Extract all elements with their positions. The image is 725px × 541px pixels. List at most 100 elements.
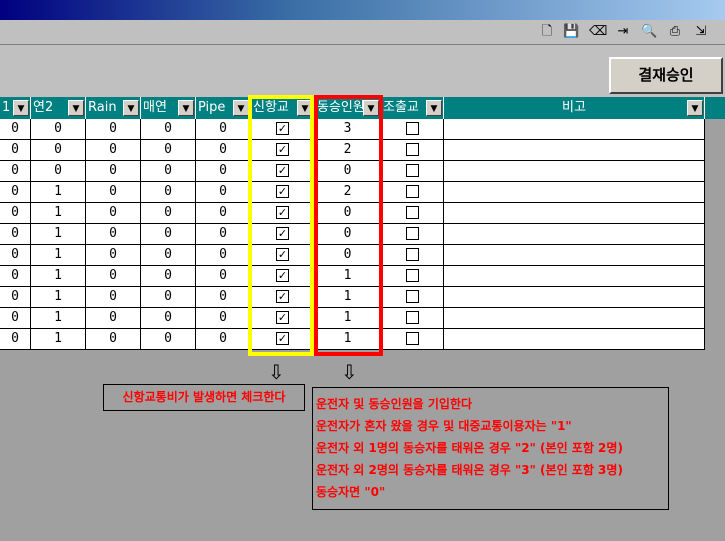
table-cell-remarks[interactable] xyxy=(444,308,705,329)
table-cell-c4[interactable]: 0 xyxy=(141,161,196,182)
table-cell-c3[interactable]: 0 xyxy=(86,308,141,329)
col-header-rain[interactable]: Rain ▼ xyxy=(86,97,141,119)
early-checkbox[interactable] xyxy=(405,122,419,135)
table-cell-c4[interactable]: 0 xyxy=(141,266,196,287)
table-cell-c4[interactable]: 0 xyxy=(141,182,196,203)
col-header-early[interactable]: 조출교 ▼ xyxy=(381,97,444,119)
table-cell-c1[interactable]: 0 xyxy=(0,287,31,308)
table-cell-c4[interactable]: 0 xyxy=(141,308,196,329)
table-cell-c5[interactable]: 0 xyxy=(196,182,251,203)
table-cell-remarks[interactable] xyxy=(444,266,705,287)
table-cell-c2[interactable]: 0 xyxy=(31,119,86,140)
table-cell-c5[interactable]: 0 xyxy=(196,329,251,350)
table-cell-c4[interactable]: 0 xyxy=(141,224,196,245)
table-cell-c1[interactable]: 0 xyxy=(0,329,31,350)
table-cell-early xyxy=(381,287,444,308)
approve-button[interactable]: 결재승인 xyxy=(609,57,723,94)
table-cell-c2[interactable]: 1 xyxy=(31,287,86,308)
preview-icon[interactable]: 🔍 xyxy=(641,24,657,40)
new-document-icon[interactable]: 🗋 xyxy=(539,24,555,40)
dropdown-arrow-icon[interactable]: ▼ xyxy=(123,100,139,116)
dropdown-arrow-icon[interactable]: ▼ xyxy=(426,100,442,116)
table-cell-c1[interactable]: 0 xyxy=(0,140,31,161)
table-cell-c5[interactable]: 0 xyxy=(196,308,251,329)
table-cell-c3[interactable]: 0 xyxy=(86,161,141,182)
col-header-2[interactable]: 연2 ▼ xyxy=(31,97,86,119)
eraser-icon[interactable]: ⌫ xyxy=(589,24,607,40)
early-checkbox[interactable] xyxy=(405,185,419,198)
table-cell-remarks[interactable] xyxy=(444,245,705,266)
exit-icon[interactable]: ⇲ xyxy=(693,24,709,40)
early-checkbox[interactable] xyxy=(405,311,419,324)
early-checkbox[interactable] xyxy=(405,227,419,240)
table-cell-c2[interactable]: 1 xyxy=(31,224,86,245)
table-cell-c3[interactable]: 0 xyxy=(86,203,141,224)
table-cell-c1[interactable]: 0 xyxy=(0,245,31,266)
table-cell-c2[interactable]: 1 xyxy=(31,266,86,287)
table-cell-c3[interactable]: 0 xyxy=(86,119,141,140)
table-cell-c2[interactable]: 1 xyxy=(31,203,86,224)
dropdown-arrow-icon[interactable]: ▼ xyxy=(687,100,703,116)
table-cell-c2[interactable]: 1 xyxy=(31,329,86,350)
table-cell-c3[interactable]: 0 xyxy=(86,182,141,203)
early-checkbox[interactable] xyxy=(405,269,419,282)
table-cell-remarks[interactable] xyxy=(444,329,705,350)
col-header-pipe[interactable]: Pipe ▼ xyxy=(196,97,251,119)
table-cell-c1[interactable]: 0 xyxy=(0,203,31,224)
early-checkbox[interactable] xyxy=(405,248,419,261)
col-header-1[interactable]: 1 ▼ xyxy=(0,97,31,119)
table-cell-remarks[interactable] xyxy=(444,224,705,245)
table-cell-c4[interactable]: 0 xyxy=(141,203,196,224)
table-cell-remarks[interactable] xyxy=(444,161,705,182)
table-cell-c1[interactable]: 0 xyxy=(0,224,31,245)
table-cell-c4[interactable]: 0 xyxy=(141,140,196,161)
early-checkbox[interactable] xyxy=(405,290,419,303)
table-cell-remarks[interactable] xyxy=(444,203,705,224)
table-cell-c2[interactable]: 0 xyxy=(31,140,86,161)
table-cell-c5[interactable]: 0 xyxy=(196,140,251,161)
table-cell-c5[interactable]: 0 xyxy=(196,245,251,266)
col-header-remarks[interactable]: 비고 ▼ xyxy=(444,97,705,119)
table-cell-c4[interactable]: 0 xyxy=(141,245,196,266)
table-cell-c3[interactable]: 0 xyxy=(86,140,141,161)
dropdown-arrow-icon[interactable]: ▼ xyxy=(178,100,194,116)
table-cell-c4[interactable]: 0 xyxy=(141,287,196,308)
table-cell-c5[interactable]: 0 xyxy=(196,224,251,245)
dropdown-arrow-icon[interactable]: ▼ xyxy=(68,100,84,116)
table-cell-c1[interactable]: 0 xyxy=(0,308,31,329)
table-cell-c5[interactable]: 0 xyxy=(196,266,251,287)
early-checkbox[interactable] xyxy=(405,143,419,156)
table-cell-c2[interactable]: 1 xyxy=(31,308,86,329)
early-checkbox[interactable] xyxy=(405,332,419,345)
table-cell-c2[interactable]: 1 xyxy=(31,245,86,266)
table-cell-c3[interactable]: 0 xyxy=(86,329,141,350)
table-cell-c5[interactable]: 0 xyxy=(196,119,251,140)
table-cell-c3[interactable]: 0 xyxy=(86,287,141,308)
table-cell-c5[interactable]: 0 xyxy=(196,203,251,224)
table-cell-remarks[interactable] xyxy=(444,140,705,161)
early-checkbox[interactable] xyxy=(405,206,419,219)
table-cell-c1[interactable]: 0 xyxy=(0,266,31,287)
table-cell-c3[interactable]: 0 xyxy=(86,266,141,287)
table-cell-c4[interactable]: 0 xyxy=(141,329,196,350)
dropdown-arrow-icon[interactable]: ▼ xyxy=(13,100,29,116)
table-cell-c2[interactable]: 1 xyxy=(31,182,86,203)
table-cell-remarks[interactable] xyxy=(444,119,705,140)
table-cell-remarks[interactable] xyxy=(444,287,705,308)
table-cell-c4[interactable]: 0 xyxy=(141,119,196,140)
table-cell-c2[interactable]: 0 xyxy=(31,161,86,182)
print-icon[interactable]: ⎙ xyxy=(667,24,683,40)
export-icon[interactable]: ⇥ xyxy=(615,24,631,40)
table-cell-c1[interactable]: 0 xyxy=(0,119,31,140)
table-cell-c5[interactable]: 0 xyxy=(196,287,251,308)
col-header-smoke[interactable]: 매연 ▼ xyxy=(141,97,196,119)
table-cell-c1[interactable]: 0 xyxy=(0,161,31,182)
table-cell-c3[interactable]: 0 xyxy=(86,245,141,266)
dropdown-arrow-icon[interactable]: ▼ xyxy=(233,100,249,116)
table-cell-c3[interactable]: 0 xyxy=(86,224,141,245)
early-checkbox[interactable] xyxy=(405,164,419,177)
save-icon[interactable]: 💾 xyxy=(563,24,579,40)
table-cell-c5[interactable]: 0 xyxy=(196,161,251,182)
table-cell-c1[interactable]: 0 xyxy=(0,182,31,203)
table-cell-remarks[interactable] xyxy=(444,182,705,203)
